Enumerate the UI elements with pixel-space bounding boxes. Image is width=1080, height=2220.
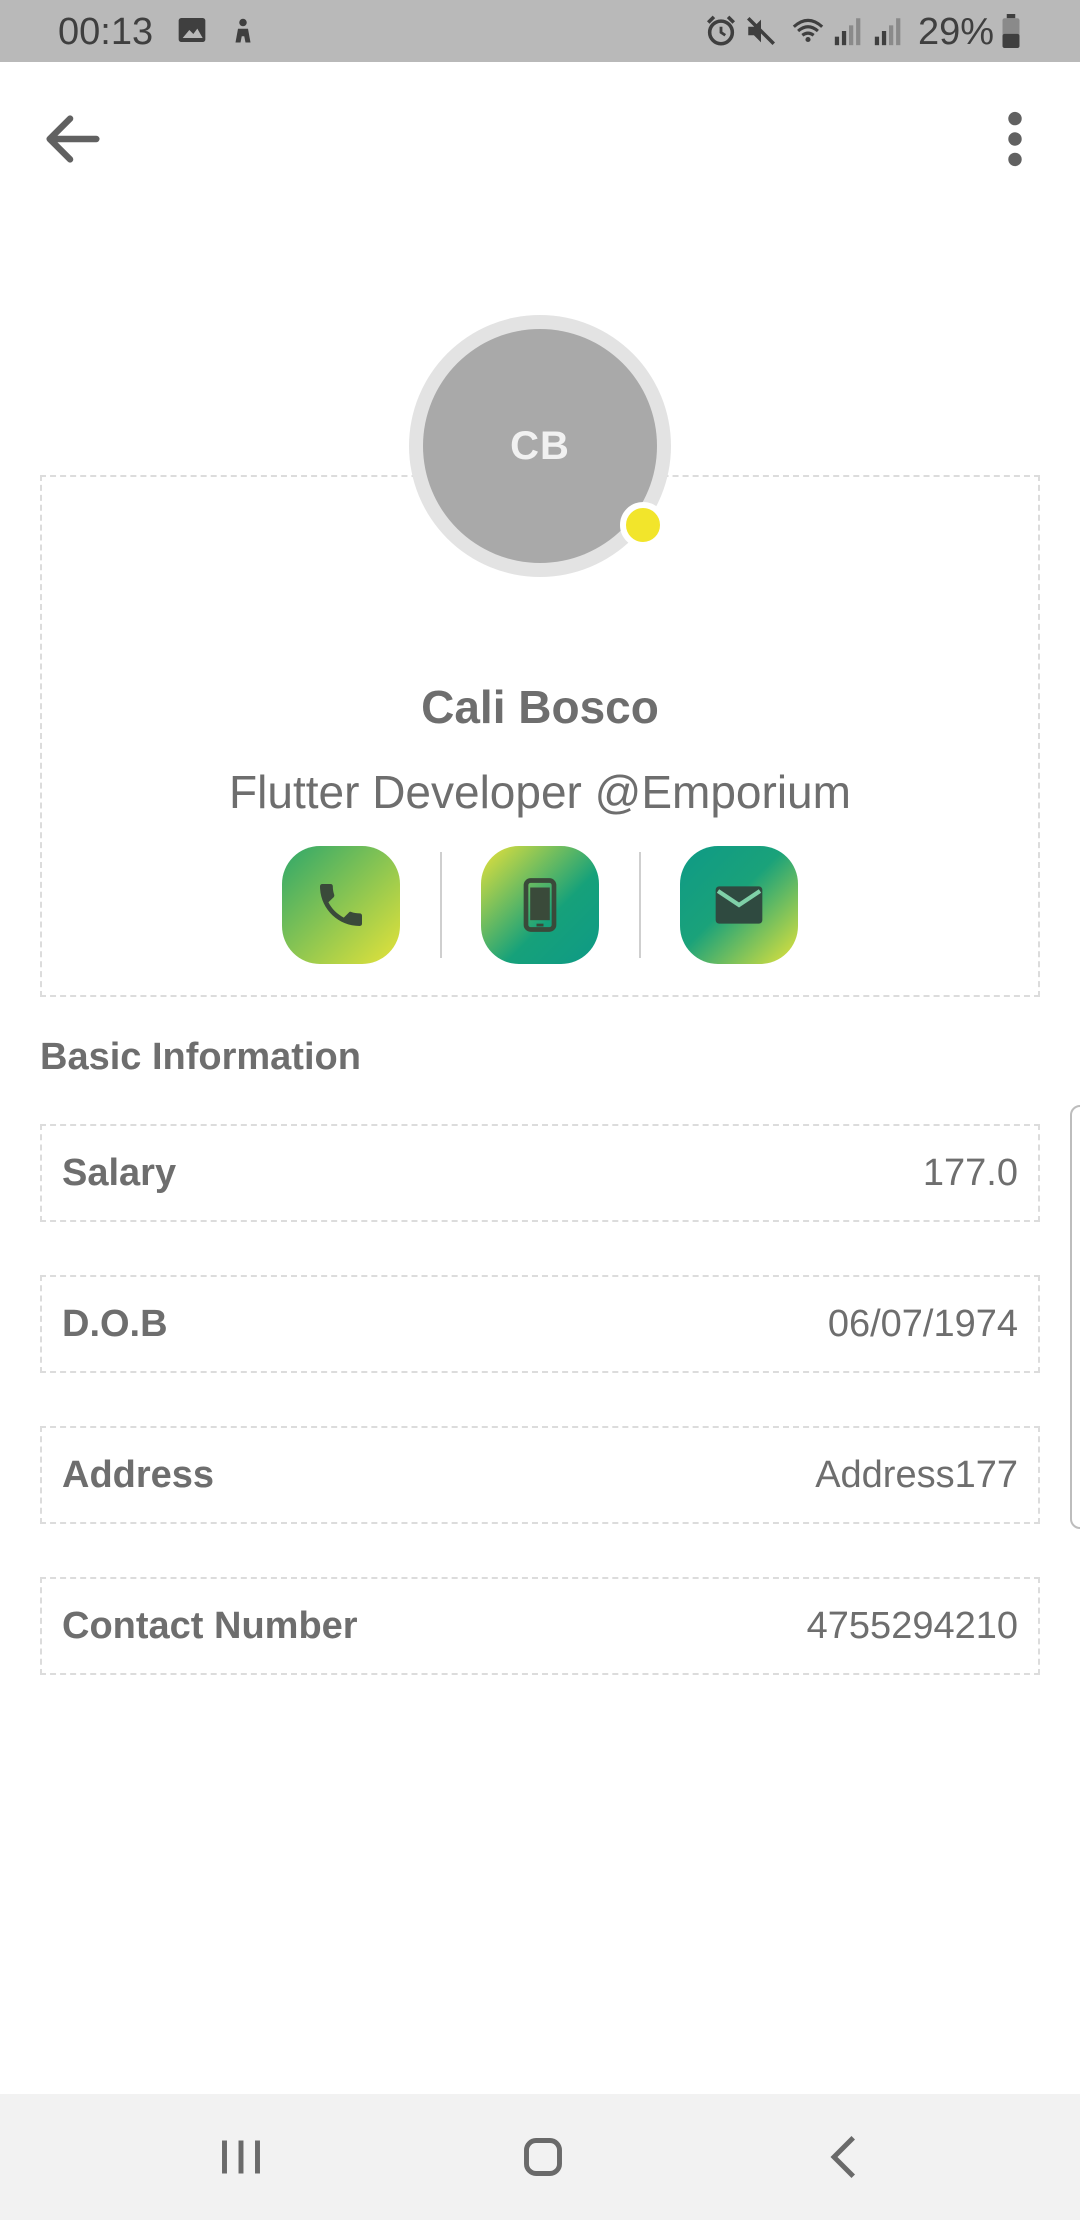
image-icon xyxy=(178,18,206,42)
basic-info-title: Basic Information xyxy=(40,1036,361,1078)
info-value: 177.0 xyxy=(922,1152,1018,1194)
app-bar xyxy=(0,62,1080,212)
info-row-salary: Salary 177.0 xyxy=(40,1124,1040,1222)
phone-icon xyxy=(320,884,362,926)
info-label: Salary xyxy=(62,1152,177,1194)
home-button[interactable] xyxy=(508,2124,578,2190)
info-row-contact-number: Contact Number 4755294210 xyxy=(40,1577,1040,1675)
online-status-dot xyxy=(620,502,666,548)
profile-name: Cali Bosco xyxy=(421,681,659,733)
mute-icon xyxy=(746,16,776,46)
status-time: 00:13 xyxy=(58,11,154,53)
battery-icon xyxy=(1002,14,1020,48)
signal-icon xyxy=(834,18,861,46)
back-icon xyxy=(830,2135,856,2179)
arrow-left-icon xyxy=(46,115,100,163)
info-value: 06/07/1974 xyxy=(827,1303,1018,1345)
info-row-address: Address Address177 xyxy=(40,1426,1040,1524)
more-options-button[interactable] xyxy=(990,104,1040,174)
more-vertical-icon xyxy=(1008,111,1022,167)
android-debug-icon xyxy=(235,18,251,43)
signal-icon xyxy=(874,18,901,46)
action-divider xyxy=(440,852,442,958)
info-value: 4755294210 xyxy=(806,1605,1018,1647)
home-icon xyxy=(524,2138,562,2176)
info-row-dob: D.O.B 06/07/1974 xyxy=(40,1275,1040,1373)
info-label: Address xyxy=(62,1454,215,1496)
avatar-initials: CB xyxy=(510,423,570,468)
smartphone-icon xyxy=(523,878,557,932)
back-button[interactable] xyxy=(38,104,108,174)
recents-button[interactable] xyxy=(206,2124,276,2190)
alarm-icon xyxy=(706,15,736,46)
call-button[interactable] xyxy=(282,846,400,964)
battery-percent: 29% xyxy=(918,11,995,53)
recents-icon xyxy=(222,2140,260,2174)
mobile-button[interactable] xyxy=(481,846,599,964)
system-nav-bar xyxy=(0,2094,1080,2220)
profile-subtitle: Flutter Developer @Emporium xyxy=(229,766,851,818)
nav-back-button[interactable] xyxy=(810,2124,880,2190)
action-divider xyxy=(639,852,641,958)
info-label: D.O.B xyxy=(62,1303,168,1345)
info-value: Address177 xyxy=(815,1454,1018,1496)
edge-panel-handle[interactable] xyxy=(1070,1105,1080,1529)
info-label: Contact Number xyxy=(62,1605,358,1647)
contact-actions xyxy=(0,846,1080,964)
wifi-icon xyxy=(792,18,824,43)
email-icon xyxy=(715,886,763,924)
email-button[interactable] xyxy=(680,846,798,964)
status-bar: 00:13 29% xyxy=(0,0,1080,62)
